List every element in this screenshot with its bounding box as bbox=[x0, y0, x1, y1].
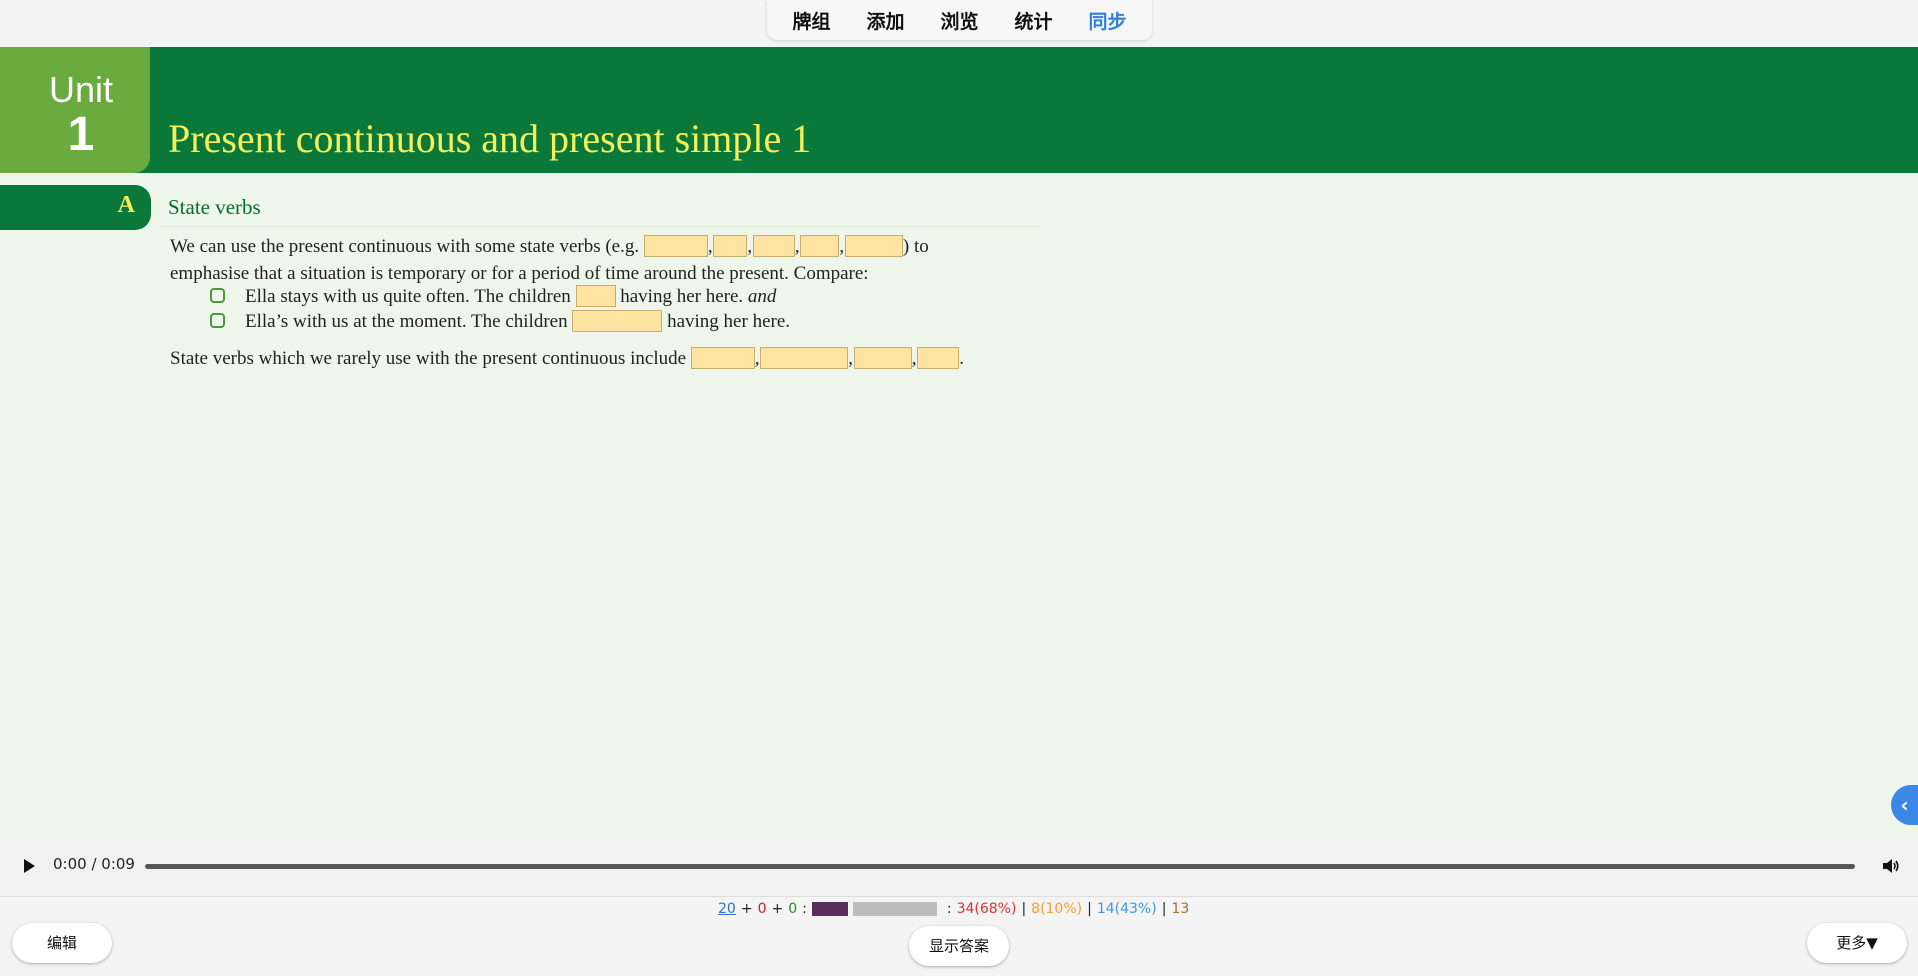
cloze-blank bbox=[575, 285, 616, 307]
line1-text-start: We can use the present continuous with s… bbox=[170, 236, 640, 257]
unit-banner: Unit 1 Present continuous and present si… bbox=[0, 47, 1918, 173]
cloze-blank bbox=[643, 235, 708, 257]
section-heading: State verbs bbox=[168, 195, 261, 219]
stat-progress-remaining bbox=[853, 902, 937, 916]
stat-learn-count: 0 bbox=[757, 901, 767, 917]
cloze-blank bbox=[713, 235, 748, 257]
stat-colon: : bbox=[802, 901, 807, 917]
stat-colon: : bbox=[946, 901, 952, 917]
paragraph-line-3: State verbs which we rarely use with the… bbox=[170, 347, 965, 369]
example-1-and: and bbox=[747, 286, 777, 307]
edit-button[interactable]: 编辑 bbox=[12, 923, 112, 963]
audio-time: 0:00 / 0:09 bbox=[53, 855, 135, 873]
stat-c: 14(43%) bbox=[1096, 901, 1157, 917]
line3-text: State verbs which we rarely use with the… bbox=[170, 348, 687, 369]
cloze-blank bbox=[760, 347, 849, 369]
stat-separator: | bbox=[1021, 901, 1027, 917]
section-letter: A bbox=[117, 192, 135, 218]
more-button[interactable]: 更多▼ bbox=[1807, 923, 1907, 963]
cloze-blank bbox=[572, 310, 663, 332]
nav-browse[interactable]: 浏览 bbox=[922, 7, 996, 34]
audio-player: 0:00 / 0:09 bbox=[0, 836, 1918, 896]
line1-text-end: ) to bbox=[902, 236, 929, 257]
stat-progress-fill bbox=[811, 902, 849, 916]
bullet-icon bbox=[210, 288, 225, 303]
paragraph-line-1: We can use the present continuous with s… bbox=[170, 235, 929, 257]
example-2: Ella’s with us at the moment. The childr… bbox=[245, 308, 790, 335]
cloze-blank bbox=[800, 235, 840, 257]
stat-separator: | bbox=[1087, 901, 1092, 917]
stat-plus: + bbox=[771, 901, 784, 917]
stat-plus: + bbox=[740, 901, 753, 917]
stat-new-count[interactable]: 20 bbox=[718, 901, 736, 917]
review-stats: 20 + 0 + 0 : : 34(68%) | 8(10%) | 14(43%… bbox=[718, 901, 1194, 917]
stat-d: 13 bbox=[1171, 901, 1190, 917]
top-bar: 牌组 添加 浏览 统计 同步 bbox=[0, 0, 1918, 47]
cloze-blank bbox=[917, 347, 960, 369]
top-nav: 牌组 添加 浏览 统计 同步 bbox=[767, 0, 1152, 40]
nav-decks[interactable]: 牌组 bbox=[774, 7, 848, 34]
play-icon[interactable] bbox=[24, 859, 35, 873]
nav-stats[interactable]: 统计 bbox=[997, 7, 1071, 34]
stat-separator: | bbox=[1161, 901, 1167, 917]
cloze-blank bbox=[690, 347, 755, 369]
section-divider bbox=[160, 226, 1040, 227]
side-panel-toggle-icon[interactable]: ‹ bbox=[1891, 785, 1918, 825]
show-answer-button[interactable]: 显示答案 bbox=[909, 926, 1009, 966]
cloze-blank bbox=[844, 235, 903, 257]
unit-word: Unit bbox=[48, 69, 114, 110]
stat-progress-bar bbox=[811, 902, 942, 916]
example-1-start: Ella stays with us quite often. The chil… bbox=[245, 286, 571, 307]
cloze-blank bbox=[752, 235, 795, 257]
unit-title: Present continuous and present simple 1 bbox=[168, 116, 812, 161]
example-1-end: having her here. bbox=[620, 286, 744, 307]
nav-sync[interactable]: 同步 bbox=[1071, 7, 1145, 34]
stat-b: 8(10%) bbox=[1031, 901, 1083, 917]
audio-seek-bar[interactable] bbox=[145, 864, 1855, 869]
stat-review-count: 0 bbox=[788, 901, 798, 917]
bullet-icon bbox=[210, 313, 225, 328]
card-content: Unit 1 Present continuous and present si… bbox=[0, 47, 1918, 836]
cloze-blank bbox=[853, 347, 912, 369]
bottom-bar: 20 + 0 + 0 : : 34(68%) | 8(10%) | 14(43%… bbox=[0, 896, 1918, 976]
stat-a: 34(68%) bbox=[956, 901, 1017, 917]
example-2-end: having her here. bbox=[667, 311, 791, 332]
section-tab: A bbox=[0, 185, 151, 230]
example-1: Ella stays with us quite often. The chil… bbox=[245, 283, 776, 310]
nav-add[interactable]: 添加 bbox=[848, 7, 922, 34]
example-2-start: Ella’s with us at the moment. The childr… bbox=[245, 311, 568, 332]
unit-badge: Unit 1 bbox=[0, 47, 150, 173]
volume-icon[interactable] bbox=[1880, 856, 1900, 876]
unit-number: 1 bbox=[67, 108, 95, 161]
